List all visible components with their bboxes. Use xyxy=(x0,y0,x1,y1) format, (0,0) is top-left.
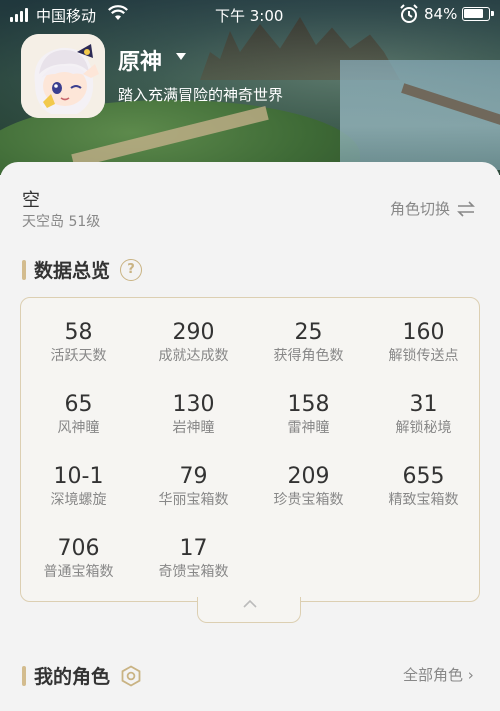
stat-item: 31 解锁秘境 xyxy=(366,392,481,437)
paimon-avatar-icon xyxy=(21,34,105,118)
stat-label: 解锁秘境 xyxy=(395,420,452,436)
stat-item: 17 奇馈宝箱数 xyxy=(136,536,251,581)
stat-label: 精致宝箱数 xyxy=(388,492,459,508)
switch-character-button[interactable]: 角色切换 xyxy=(390,198,476,219)
stat-value: 79 xyxy=(179,464,208,489)
stat-label: 雷神瞳 xyxy=(287,420,330,436)
stat-label: 奇馈宝箱数 xyxy=(158,564,229,580)
stat-label: 华丽宝箱数 xyxy=(158,492,229,508)
overview-section-title: 数据总览 ? xyxy=(22,256,143,283)
stat-value: 25 xyxy=(294,320,323,345)
character-name: 空 xyxy=(22,190,40,211)
stat-value: 158 xyxy=(287,392,330,417)
stat-item: 158 雷神瞳 xyxy=(251,392,366,437)
stat-item: 130 岩神瞳 xyxy=(136,392,251,437)
stat-label: 获得角色数 xyxy=(273,348,344,364)
stats-grid: 58 活跃天数 290 成就达成数 25 获得角色数 160 解锁传送点 65 风神瞳 130 岩神瞳… xyxy=(21,320,481,581)
status-bar: 中国移动 下午 3:00 84% xyxy=(0,0,500,30)
stat-item: 10-1 深境螺旋 xyxy=(21,464,136,509)
stat-item: 655 精致宝箱数 xyxy=(366,464,481,509)
swap-arrows-icon xyxy=(457,200,475,217)
stat-label: 成就达成数 xyxy=(158,348,229,364)
chevron-up-icon xyxy=(243,599,257,608)
stat-label: 深境螺旋 xyxy=(50,492,107,508)
my-characters-title: 我的角色 xyxy=(34,666,111,688)
stat-label: 解锁传送点 xyxy=(388,348,459,364)
stat-value: 290 xyxy=(172,320,215,345)
stat-label: 岩神瞳 xyxy=(172,420,215,436)
stat-label: 珍贵宝箱数 xyxy=(273,492,344,508)
stat-value: 65 xyxy=(64,392,93,417)
carrier-label: 中国移动 xyxy=(36,7,97,25)
stat-value: 706 xyxy=(57,536,100,561)
app-tagline: 踏入充满冒险的神奇世界 xyxy=(118,86,284,104)
stat-value: 58 xyxy=(64,320,93,345)
stat-value: 130 xyxy=(172,392,215,417)
stat-item: 79 华丽宝箱数 xyxy=(136,464,251,509)
signal-icon xyxy=(10,8,28,22)
battery-fill xyxy=(464,9,484,18)
help-icon[interactable]: ? xyxy=(120,258,143,281)
stat-item: 209 珍贵宝箱数 xyxy=(251,464,366,509)
stat-item: 160 解锁传送点 xyxy=(366,320,481,365)
switch-character-label: 角色切换 xyxy=(390,200,451,218)
stat-item: 706 普通宝箱数 xyxy=(21,536,136,581)
overview-title: 数据总览 xyxy=(34,260,111,282)
app-name[interactable]: 原神 xyxy=(118,44,162,76)
stat-label: 风神瞳 xyxy=(57,420,100,436)
stat-item: 58 活跃天数 xyxy=(21,320,136,365)
caret-down-icon[interactable] xyxy=(176,53,186,61)
stat-item: 25 获得角色数 xyxy=(251,320,366,365)
alarm-lock-icon xyxy=(400,4,418,23)
battery-percent: 84% xyxy=(424,5,458,23)
character-server-level: 天空岛 51级 xyxy=(22,214,101,230)
wifi-icon xyxy=(108,5,128,20)
stat-value: 31 xyxy=(409,392,438,417)
section-accent-bar xyxy=(22,259,26,280)
stats-panel: 58 活跃天数 290 成就达成数 25 获得角色数 160 解锁传送点 65 风神瞳 130 岩神瞳… xyxy=(20,297,480,602)
stat-value: 655 xyxy=(402,464,445,489)
stat-value: 209 xyxy=(287,464,330,489)
clock: 下午 3:00 xyxy=(215,7,284,25)
stat-item: 290 成就达成数 xyxy=(136,320,251,365)
stat-value: 10-1 xyxy=(53,464,104,489)
stat-label: 普通宝箱数 xyxy=(43,564,114,580)
stat-value: 160 xyxy=(402,320,445,345)
all-characters-link[interactable]: 全部角色 › xyxy=(403,664,474,685)
battery-icon xyxy=(462,7,494,21)
my-characters-section-title: 我的角色 xyxy=(22,662,142,689)
stat-item: 65 风神瞳 xyxy=(21,392,136,437)
stat-value: 17 xyxy=(179,536,208,561)
hexagon-settings-icon[interactable] xyxy=(120,664,142,687)
stat-label: 活跃天数 xyxy=(50,348,107,364)
collapse-button[interactable] xyxy=(197,597,301,623)
section-accent-bar xyxy=(22,665,26,686)
app-icon[interactable] xyxy=(21,34,105,118)
